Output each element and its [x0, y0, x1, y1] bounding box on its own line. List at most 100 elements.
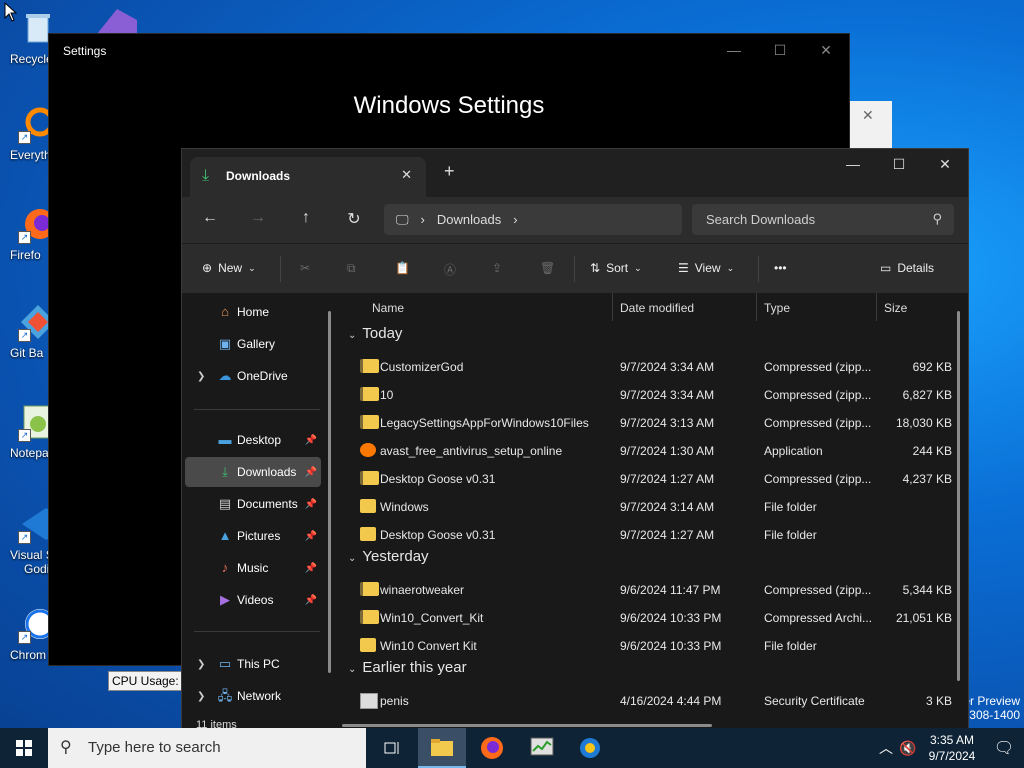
chevron-down-icon: ⌄ — [348, 664, 357, 675]
folder-icon — [360, 499, 376, 513]
taskbar-task-manager[interactable] — [518, 728, 566, 768]
breadcrumb-downloads[interactable]: Downloads — [437, 212, 501, 227]
column-header-name[interactable]: Name — [372, 301, 404, 315]
task-view-button[interactable] — [368, 728, 416, 768]
taskbar-firefox[interactable] — [468, 728, 516, 768]
sidebar-item-label: Pictures — [237, 529, 281, 543]
sidebar-item-network[interactable]: ❯ 🖧 Network — [185, 681, 321, 711]
file-row[interactable]: penis 4/16/2024 4:44 PM Security Certifica… — [340, 687, 968, 715]
file-type: Security Certificate — [764, 694, 865, 708]
sidebar-scrollbar[interactable] — [328, 311, 331, 673]
sidebar-item-videos[interactable]: ▶ Videos 📌 — [185, 585, 321, 615]
see-more-button[interactable]: ••• — [774, 261, 787, 275]
chevron-up-icon[interactable]: ︿ — [876, 738, 896, 758]
file-type: File folder — [764, 528, 817, 542]
sidebar-item-pictures[interactable]: ▲ Pictures 📌 — [185, 521, 321, 551]
rename-icon[interactable]: Ⓐ — [444, 261, 456, 278]
view-button[interactable]: ☰ View ⌄ — [678, 261, 734, 275]
column-header-type[interactable]: Type — [764, 301, 790, 315]
tab-bar: ⤓ Downloads ✕ + — ☐ ✕ — [182, 149, 968, 197]
file-row[interactable]: Win10 Convert Kit 9/6/2024 10:33 PM File f… — [340, 632, 968, 660]
column-header-size[interactable]: Size — [884, 301, 907, 315]
notification-icon[interactable]: 🗨 — [984, 738, 1024, 758]
sidebar-item-label: Documents — [237, 497, 298, 511]
start-button[interactable] — [0, 728, 48, 768]
close-icon[interactable]: ✕ — [922, 149, 968, 179]
sidebar-item-home[interactable]: ⌂ Home — [185, 297, 321, 327]
chevron-right-icon[interactable]: ❯ — [197, 691, 205, 702]
volume-muted-icon[interactable]: 🔇 — [896, 740, 920, 757]
taskbar-search-input[interactable]: ⚲ Type here to search — [48, 728, 366, 768]
zip-folder-icon — [360, 471, 379, 485]
new-button[interactable]: ⊕ New ⌄ — [202, 261, 256, 275]
delete-icon[interactable]: 🗑 — [540, 261, 555, 275]
gallery-icon: ▣ — [218, 336, 232, 351]
monitor-icon: 🖵 — [396, 211, 409, 227]
close-tab-icon[interactable]: ✕ — [401, 167, 412, 183]
home-icon: ⌂ — [221, 304, 229, 319]
refresh-button[interactable]: ↻ — [344, 209, 364, 229]
taskbar-file-explorer[interactable] — [418, 728, 466, 768]
share-icon[interactable]: ⇪ — [492, 261, 502, 275]
group-header-earlier[interactable]: ⌄ Earlier this year — [348, 659, 467, 676]
task-manager-icon — [530, 737, 554, 756]
file-row[interactable]: avast_free_antivirus_setup_online 9/7/202… — [340, 437, 968, 465]
back-button[interactable]: ← — [200, 209, 220, 227]
group-header-yesterday[interactable]: ⌄ Yesterday — [348, 548, 429, 565]
file-name: Windows — [380, 500, 429, 514]
file-date: 9/6/2024 10:33 PM — [620, 639, 722, 653]
windows-logo-icon — [16, 740, 32, 756]
tab-downloads[interactable]: ⤓ Downloads ✕ — [190, 157, 426, 197]
details-pane-icon: ▭ — [880, 261, 892, 275]
chevron-right-icon[interactable]: ❯ — [197, 371, 205, 382]
breadcrumb[interactable]: 🖵 › Downloads › — [384, 204, 682, 235]
pin-icon: 📌 — [304, 466, 317, 478]
group-header-today[interactable]: ⌄ Today — [348, 325, 402, 342]
chevron-right-icon[interactable]: ❯ — [197, 659, 205, 670]
file-row[interactable]: LegacySettingsAppForWindows10Files 9/7/20… — [340, 409, 968, 437]
maximize-icon[interactable]: ☐ — [876, 149, 922, 179]
close-icon[interactable]: ✕ — [862, 107, 874, 124]
minimize-icon[interactable]: — — [830, 149, 876, 179]
sort-button[interactable]: ⇅ Sort ⌄ — [590, 261, 642, 275]
forward-button[interactable]: → — [248, 209, 268, 227]
up-button[interactable]: ↑ — [296, 209, 316, 227]
sidebar-item-documents[interactable]: ▤ Documents 📌 — [185, 489, 321, 519]
search-placeholder: Search Downloads — [706, 212, 816, 227]
clock[interactable]: 3:35 AM 9/7/2024 — [920, 732, 984, 764]
file-name: Win10 Convert Kit — [380, 639, 477, 653]
paste-icon[interactable]: 📋 — [395, 261, 410, 275]
chevron-right-icon[interactable]: › — [513, 212, 517, 227]
taskbar-internet-explorer[interactable] — [566, 728, 614, 768]
minimize-icon[interactable]: — — [711, 34, 757, 66]
file-row[interactable]: Win10_Convert_Kit 9/6/2024 10:33 PM Compre… — [340, 604, 968, 632]
sidebar-item-music[interactable]: ♪ Music 📌 — [185, 553, 321, 583]
sidebar-item-downloads[interactable]: ⤓ Downloads 📌 — [185, 457, 321, 487]
sidebar-item-this-pc[interactable]: ❯ ▭ This PC — [185, 649, 321, 679]
desktop-icon-visual-studio-top[interactable] — [92, 6, 142, 36]
sidebar-item-onedrive[interactable]: ❯ ☁ OneDrive — [185, 361, 321, 391]
folder-icon — [360, 638, 376, 652]
cut-icon[interactable]: ✂ — [300, 261, 310, 275]
column-header-date[interactable]: Date modified — [620, 301, 694, 315]
copy-icon[interactable]: ⧉ — [347, 261, 356, 276]
file-row[interactable]: Desktop Goose v0.31 9/7/2024 1:27 AM Compr… — [340, 465, 968, 493]
file-type: Application — [764, 444, 823, 458]
sidebar-item-gallery[interactable]: ▣ Gallery — [185, 329, 321, 359]
file-row[interactable]: winaerotweaker 9/6/2024 11:47 PM Compresse… — [340, 576, 968, 604]
close-icon[interactable]: ✕ — [803, 34, 849, 66]
file-row[interactable]: Windows 9/7/2024 3:14 AM File folder — [340, 493, 968, 521]
horizontal-scrollbar[interactable] — [342, 724, 712, 727]
file-row[interactable]: 10 9/7/2024 3:34 AM Compressed (zipp... 6,8… — [340, 381, 968, 409]
more-icon: ••• — [774, 261, 787, 275]
new-tab-button[interactable]: + — [444, 161, 455, 182]
file-size: 21,051 KB — [895, 611, 952, 625]
maximize-icon[interactable]: ☐ — [757, 34, 803, 66]
file-list-scrollbar[interactable] — [957, 311, 960, 681]
file-row[interactable]: CustomizerGod 9/7/2024 3:34 AM Compressed … — [340, 353, 968, 381]
sidebar-item-desktop[interactable]: ▬ Desktop 📌 — [185, 425, 321, 455]
details-button[interactable]: ▭ Details — [880, 261, 934, 275]
file-row[interactable]: Desktop Goose v0.31 9/7/2024 1:27 AM File … — [340, 521, 968, 549]
file-size: 4,237 KB — [902, 472, 952, 486]
search-input[interactable]: Search Downloads ⚲ — [692, 204, 954, 235]
